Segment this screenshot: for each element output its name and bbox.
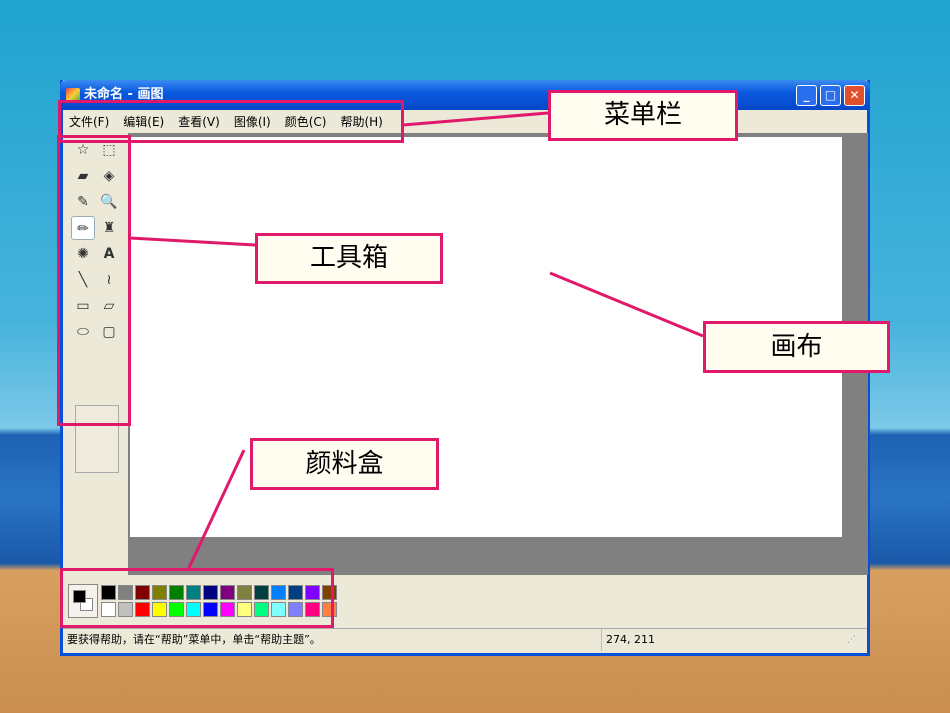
canvas-pointer-line	[549, 271, 704, 338]
menubar-pointer-line	[402, 111, 549, 127]
toolbox-highlight	[57, 135, 131, 426]
toolbox-label: 工具箱	[255, 233, 443, 284]
palette-label: 颜料盒	[250, 438, 439, 490]
toolbox-pointer-line	[129, 236, 256, 247]
palette-highlight	[60, 568, 334, 628]
palette-pointer-line	[186, 449, 246, 571]
canvas-label: 画布	[703, 321, 890, 373]
menubar-label: 菜单栏	[548, 90, 738, 141]
